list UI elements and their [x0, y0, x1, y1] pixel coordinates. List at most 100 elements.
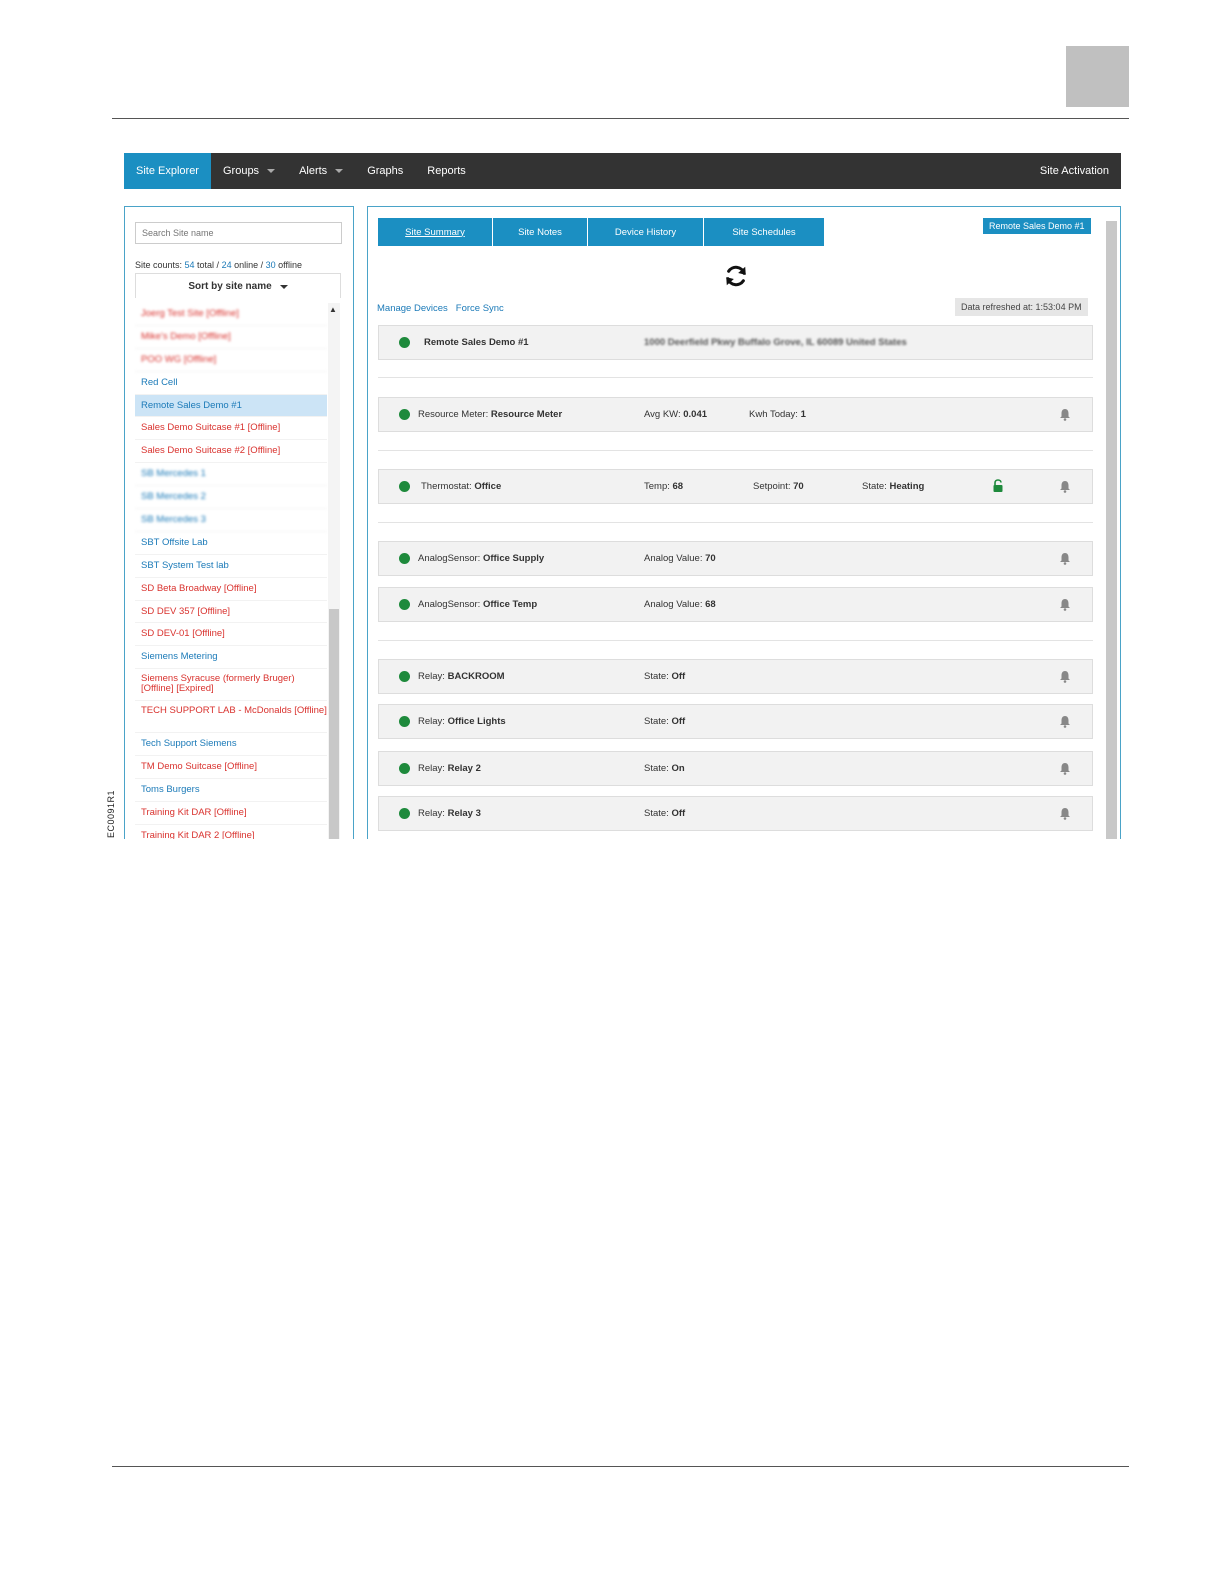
device-name: Relay: Relay 2 [418, 763, 481, 774]
search-input[interactable] [135, 222, 342, 244]
list-item-selected[interactable]: Remote Sales Demo #1 [135, 394, 327, 418]
force-sync-link[interactable]: Force Sync [456, 303, 504, 314]
nav-reports[interactable]: Reports [415, 153, 478, 189]
nav-alerts[interactable]: Alerts [287, 153, 355, 189]
figure-code: EC0091R1 [106, 789, 116, 838]
list-item[interactable]: Tech Support Siemens [135, 733, 327, 757]
bell-icon[interactable] [1059, 598, 1071, 611]
list-item[interactable]: Red Cell [135, 372, 327, 395]
device-title: Office [474, 481, 502, 492]
nav-site-activation[interactable]: Site Activation [1028, 153, 1121, 189]
device-row-thermostat[interactable]: Thermostat: Office Temp: 68 Setpoint: 70… [378, 469, 1093, 504]
tab-site-summary[interactable]: Site Summary [378, 218, 493, 246]
chevron-down-icon [335, 169, 344, 173]
chevron-down-icon [267, 169, 276, 173]
tab-site-notes[interactable]: Site Notes [493, 218, 588, 246]
page-corner-block [1066, 46, 1129, 107]
reading-1: Avg KW: 0.041 [644, 409, 707, 420]
list-item[interactable]: Siemens Syracuse (formerly Bruger) [Offl… [135, 669, 327, 702]
list-item[interactable]: SD Beta Broadway [Offline] [135, 578, 327, 601]
status-dot [399, 409, 410, 420]
list-item[interactable]: POO WG [Offline] [135, 349, 327, 372]
list-item[interactable]: Sales Demo Suitcase #1 [Offline] [135, 417, 327, 441]
device-title: Office Supply [482, 553, 545, 564]
list-item[interactable]: SB Mercedes 2 [135, 486, 327, 510]
list-item[interactable]: SD DEV 357 [Offline] [135, 601, 327, 624]
reading-1: Analog Value: 70 [644, 553, 716, 564]
list-item[interactable]: SD DEV-01 [Offline] [135, 623, 327, 647]
site-count-online[interactable]: 24 [222, 260, 232, 270]
device-row-relay-3[interactable]: Relay: Relay 3 State: Off [378, 796, 1093, 831]
device-row-relay-backroom[interactable]: Relay: BACKROOM State: Off [378, 659, 1093, 694]
list-item[interactable]: Siemens Metering [135, 646, 327, 670]
list-item[interactable]: Toms Burgers [135, 779, 327, 802]
list-item[interactable]: SBT Offsite Lab [135, 532, 327, 555]
status-dot [399, 716, 410, 727]
list-item[interactable]: Training Kit DAR [Offline] [135, 802, 327, 825]
bell-icon[interactable] [1059, 715, 1071, 728]
reading-value: On [671, 763, 685, 774]
device-type: AnalogSensor: [418, 599, 483, 610]
bell-icon[interactable] [1059, 670, 1071, 683]
site-name: Remote Sales Demo #1 [424, 337, 529, 348]
nav-graphs[interactable]: Graphs [355, 153, 415, 189]
device-title: Relay 3 [447, 808, 481, 819]
site-counts-total-label: total / [194, 260, 222, 270]
scroll-up-icon[interactable]: ▲ [329, 305, 337, 314]
nav-site-explorer[interactable]: Site Explorer [124, 153, 211, 189]
bell-icon[interactable] [1059, 480, 1071, 493]
device-type: Resource Meter: [418, 409, 491, 420]
list-item[interactable]: SB Mercedes 3 [135, 509, 327, 532]
data-refreshed-label: Data refreshed at: 1:53:04 PM [955, 298, 1088, 316]
status-dot [399, 553, 410, 564]
device-name: Relay: Relay 3 [418, 808, 481, 819]
top-navbar: Site Explorer Groups Alerts Graphs Repor… [124, 153, 1121, 189]
device-name: Relay: Office Lights [418, 716, 506, 727]
site-list-scrollbar[interactable]: ▲ [328, 303, 340, 839]
device-row-relay-office-lights[interactable]: Relay: Office Lights State: Off [378, 704, 1093, 739]
chevron-down-icon [279, 285, 288, 289]
reading-1: Temp: 68 [644, 481, 683, 492]
reading-1: State: Off [644, 808, 685, 819]
list-item[interactable]: SBT System Test lab [135, 555, 327, 578]
reading-value: 70 [793, 481, 804, 492]
bell-icon[interactable] [1059, 807, 1071, 820]
list-item[interactable]: Joerg Test Site [Offline] [135, 303, 327, 326]
sort-dropdown[interactable]: Sort by site name [135, 273, 341, 298]
site-count-total[interactable]: 54 [185, 260, 195, 270]
scroll-thumb[interactable] [329, 609, 339, 839]
reading-value: 68 [672, 481, 684, 492]
bell-icon[interactable] [1059, 552, 1071, 565]
device-row-relay-2[interactable]: Relay: Relay 2 State: On [378, 751, 1093, 786]
reading-value: Off [671, 716, 686, 727]
site-count-offline[interactable]: 30 [266, 260, 276, 270]
device-row-analog-office-supply[interactable]: AnalogSensor: Office Supply Analog Value… [378, 541, 1093, 576]
list-item[interactable]: TECH SUPPORT LAB - McDonalds [Offline] [135, 701, 327, 734]
bell-icon[interactable] [1059, 762, 1071, 775]
action-links: Manage Devices Force Sync [377, 303, 512, 314]
nav-groups[interactable]: Groups [211, 153, 287, 189]
tab-site-schedules[interactable]: Site Schedules [704, 218, 825, 246]
list-item[interactable]: TM Demo Suitcase [Offline] [135, 756, 327, 780]
tab-device-history[interactable]: Device History [588, 218, 704, 246]
list-item[interactable]: Training Kit DAR 2 [Offline] [135, 825, 327, 839]
list-item[interactable]: SB Mercedes 1 [135, 463, 327, 487]
status-dot [399, 808, 410, 819]
reading-label: State: [644, 763, 672, 774]
divider [378, 522, 1093, 523]
device-row-analog-office-temp[interactable]: AnalogSensor: Office Temp Analog Value: … [378, 587, 1093, 622]
list-item[interactable]: Sales Demo Suitcase #2 [Offline] [135, 440, 327, 464]
nav-alerts-label: Alerts [299, 165, 328, 177]
site-counts: Site counts: 54 total / 24 online / 30 o… [135, 260, 302, 270]
refresh-icon[interactable] [723, 263, 749, 289]
reading-1: State: Off [644, 671, 685, 682]
manage-devices-link[interactable]: Manage Devices [377, 303, 448, 314]
bell-icon[interactable] [1059, 408, 1071, 421]
detail-scrollbar[interactable] [1106, 221, 1117, 839]
device-row-resource-meter[interactable]: Resource Meter: Resource Meter Avg KW: 0… [378, 397, 1093, 432]
unlocked-icon[interactable] [992, 479, 1004, 493]
list-item[interactable]: Mike's Demo [Offline] [135, 326, 327, 349]
reading-1: Analog Value: 68 [644, 599, 716, 610]
site-row[interactable]: Remote Sales Demo #1 1000 Deerfield Pkwy… [378, 325, 1093, 360]
device-type: Relay: [418, 671, 448, 682]
